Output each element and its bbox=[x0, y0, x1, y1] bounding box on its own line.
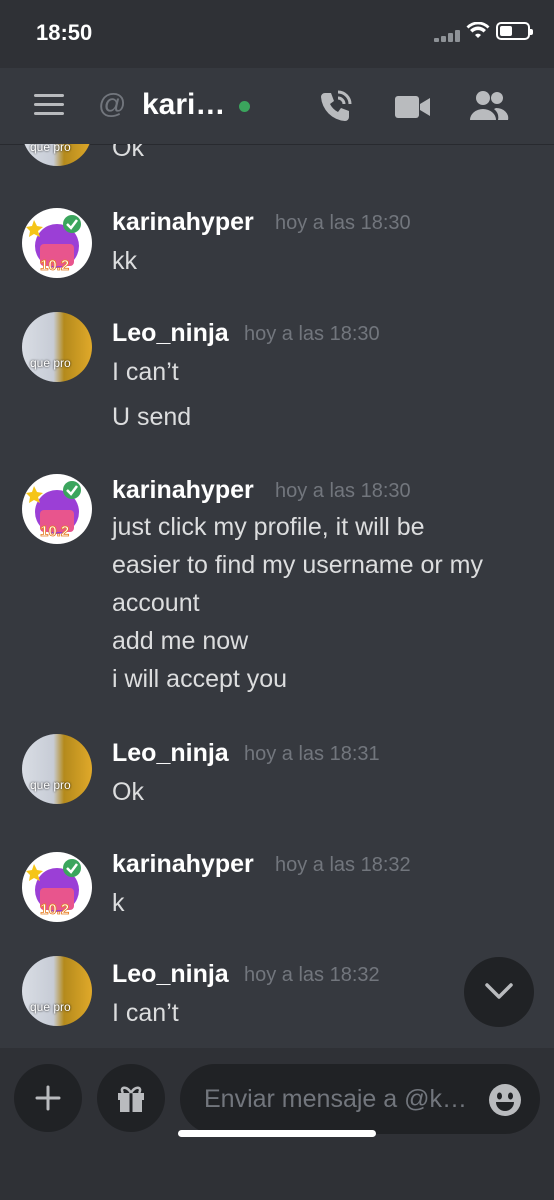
avatar[interactable]: 10.2 bbox=[22, 474, 92, 544]
message-timestamp: hoy a las 18:32 bbox=[275, 854, 411, 876]
add-attachment-button[interactable] bbox=[14, 1064, 82, 1132]
message-text: just click my profile, it will be bbox=[112, 513, 425, 541]
video-icon[interactable] bbox=[394, 92, 432, 122]
message-list[interactable]: que pro Ok 10.2 karinahyper hoy a las 18… bbox=[0, 144, 554, 1048]
online-status-dot bbox=[239, 101, 250, 112]
message-author[interactable]: karinahyper bbox=[112, 476, 254, 505]
channel-header: @ kari… bbox=[0, 68, 554, 144]
signal-icon bbox=[434, 28, 464, 42]
message-input[interactable]: Enviar mensaje a @k… bbox=[180, 1064, 540, 1134]
avatar-image: 10.2 bbox=[26, 859, 81, 918]
message-text: Ok bbox=[112, 144, 144, 162]
status-bar: 18:50 bbox=[0, 0, 554, 68]
message-timestamp: hoy a las 18:30 bbox=[275, 212, 411, 234]
message-text: account bbox=[112, 589, 200, 617]
message-input-placeholder: Enviar mensaje a @k… bbox=[204, 1085, 467, 1113]
avatar[interactable]: que pro bbox=[22, 144, 92, 166]
avatar-image: 10.2 bbox=[26, 481, 81, 540]
at-symbol: @ bbox=[98, 88, 127, 119]
message-text: U send bbox=[112, 403, 192, 431]
svg-text:10.2: 10.2 bbox=[40, 257, 69, 274]
svg-text:10.2: 10.2 bbox=[40, 901, 69, 918]
battery-icon bbox=[496, 22, 533, 40]
message-text: k bbox=[112, 889, 125, 917]
scroll-to-bottom-button[interactable] bbox=[464, 957, 534, 1027]
message-text: add me now bbox=[112, 627, 249, 655]
avatar[interactable]: que pro bbox=[22, 956, 92, 1026]
svg-text:10.2: 10.2 bbox=[40, 523, 69, 540]
message-text: i will accept you bbox=[112, 665, 288, 693]
message-composer: Enviar mensaje a @k… bbox=[0, 1048, 554, 1200]
message-author[interactable]: Leo_ninja bbox=[112, 739, 229, 768]
message-author[interactable]: karinahyper bbox=[112, 208, 254, 237]
avatar[interactable]: 10.2 bbox=[22, 208, 92, 278]
message-timestamp: hoy a las 18:32 bbox=[244, 964, 380, 986]
message-timestamp: hoy a las 18:31 bbox=[244, 743, 380, 765]
home-indicator bbox=[178, 1130, 376, 1137]
message-author[interactable]: Leo_ninja bbox=[112, 319, 229, 348]
avatar[interactable]: 10.2 bbox=[22, 852, 92, 922]
avatar[interactable]: que pro bbox=[22, 734, 92, 804]
members-icon[interactable] bbox=[468, 88, 510, 124]
message-text: kk bbox=[112, 247, 137, 275]
plus-icon bbox=[35, 1085, 61, 1111]
message-author[interactable]: karinahyper bbox=[112, 850, 254, 879]
message-author[interactable]: Leo_ninja bbox=[112, 960, 229, 989]
message-timestamp: hoy a las 18:30 bbox=[244, 323, 380, 345]
gift-button[interactable] bbox=[97, 1064, 165, 1132]
message-timestamp: hoy a las 18:30 bbox=[275, 480, 411, 502]
chevron-down-icon bbox=[485, 983, 513, 999]
status-time: 18:50 bbox=[36, 20, 93, 45]
emoji-icon[interactable] bbox=[488, 1083, 522, 1117]
avatar-image: 10.2 bbox=[26, 215, 81, 274]
message-text: I can’t bbox=[112, 999, 179, 1027]
avatar[interactable]: que pro bbox=[22, 312, 92, 382]
gift-icon bbox=[118, 1086, 144, 1112]
call-icon[interactable] bbox=[316, 88, 354, 126]
message-text: Ok bbox=[112, 778, 144, 806]
menu-icon[interactable] bbox=[34, 94, 64, 116]
message-text: easier to find my username or my bbox=[112, 551, 483, 579]
wifi-icon bbox=[466, 22, 490, 38]
message-text: I can’t bbox=[112, 358, 179, 386]
channel-title[interactable]: kari… bbox=[142, 88, 225, 122]
